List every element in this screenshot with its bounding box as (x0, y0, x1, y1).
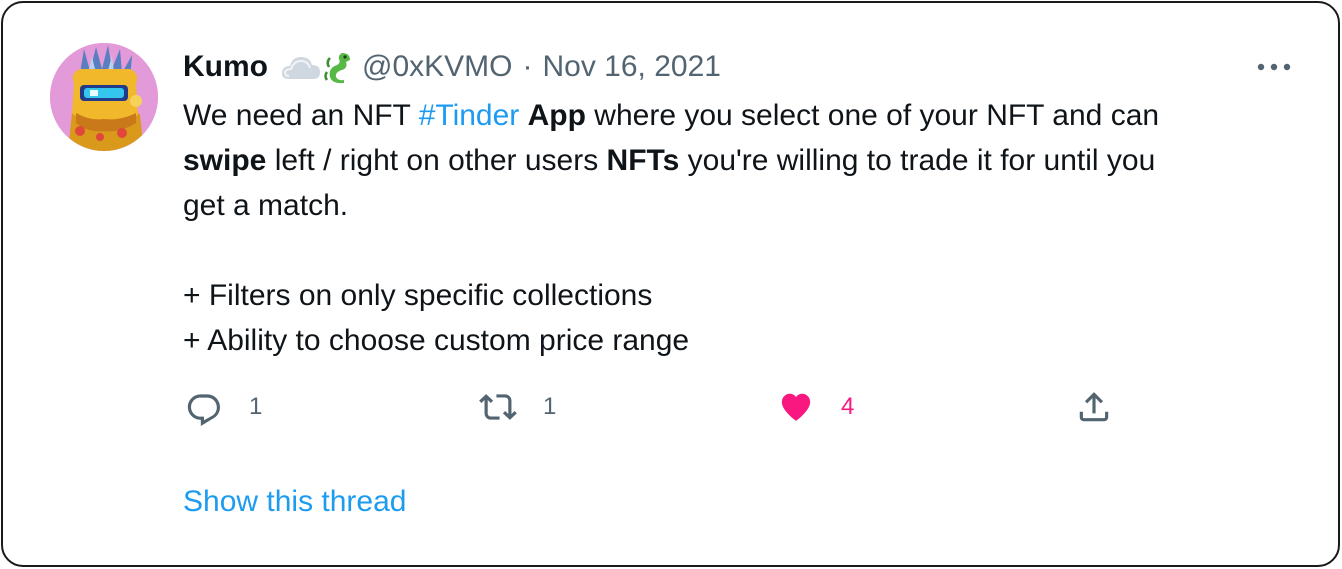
tweet-line-3: get a match. (183, 189, 349, 222)
cloud-icon (280, 52, 322, 82)
text-segment: We need an NFT (183, 99, 419, 132)
share-button[interactable] (1075, 383, 1113, 431)
display-name[interactable]: Kumo (183, 50, 268, 84)
avatar[interactable] (50, 43, 158, 151)
retweet-icon (479, 394, 517, 420)
tweet-date[interactable]: Nov 16, 2021 (542, 50, 720, 84)
like-count: 4 (841, 393, 855, 420)
text-segment: you're willing to trade it for until you (679, 144, 1156, 177)
hashtag-link[interactable]: #Tinder (419, 99, 520, 132)
text-segment (519, 99, 527, 132)
more-icon (1257, 63, 1291, 71)
text-segment: left / right on other users (266, 144, 607, 177)
reply-button[interactable]: 1 (185, 383, 262, 431)
name-badges (280, 50, 354, 84)
tweet-line-1: We need an NFT #Tinder App where you sel… (183, 93, 1303, 138)
tweet-header: Kumo @0xKVMO · Nov 16, 2021 (183, 47, 721, 87)
tweet-list-item: + Filters on only specific collections (183, 279, 653, 312)
user-handle[interactable]: @0xKVMO (362, 50, 512, 84)
bold-segment: NFTs (606, 144, 680, 177)
text-segment: where you select one of your NFT and can (585, 99, 1160, 132)
bold-segment: App (527, 99, 586, 132)
retweet-count: 1 (543, 393, 557, 420)
header-separator: · (522, 50, 533, 83)
like-button[interactable]: 4 (777, 383, 854, 431)
tweet-line-2: swipe left / right on other users NFTs y… (183, 138, 1303, 183)
bold-segment: swipe (183, 144, 267, 177)
more-options-button[interactable] (1254, 51, 1294, 83)
reply-icon (187, 394, 220, 426)
tweet-card[interactable]: Kumo @0xKVMO · Nov 16, 2021 We need an N… (1, 1, 1340, 567)
dragon-icon (322, 50, 354, 84)
tweet-text: We need an NFT #Tinder App where you sel… (183, 93, 1303, 363)
share-icon (1079, 392, 1109, 422)
retweet-button[interactable]: 1 (479, 383, 556, 431)
reply-count: 1 (249, 393, 263, 420)
show-thread-link[interactable]: Show this thread (183, 485, 406, 519)
tweet-actions: 1 1 4 (183, 383, 1123, 431)
heart-icon (781, 393, 811, 421)
tweet-list-item: + Ability to choose custom price range (183, 324, 690, 357)
